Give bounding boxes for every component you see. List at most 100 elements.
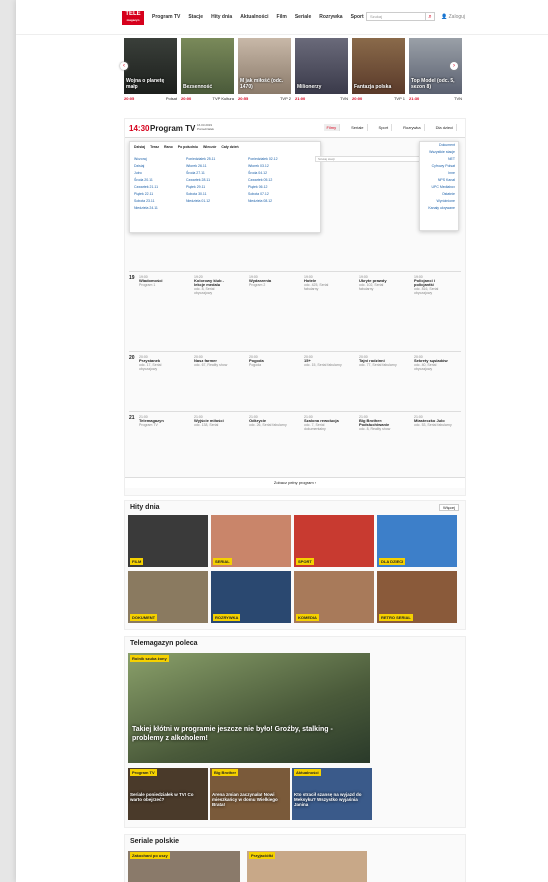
search-icon[interactable]: ⌕ bbox=[426, 12, 435, 21]
day-item[interactable]: Sobota 30.11 bbox=[186, 191, 215, 198]
program-entry[interactable]: 20:00 Tajni rodzinni odc. 77, Serial fabul… bbox=[359, 355, 397, 367]
logo[interactable]: TELE magazyn bbox=[122, 11, 144, 25]
nav-program-tv[interactable]: Program TV bbox=[152, 14, 180, 20]
day-item[interactable]: Piątek 06.12 bbox=[248, 184, 278, 191]
day-item[interactable]: Środa 04.12 bbox=[248, 170, 278, 177]
cat-dzieci[interactable]: Dla dzieci bbox=[433, 124, 457, 131]
program-entry[interactable]: 21:00 Miasteczko Julo odc. 53, Serial fabu… bbox=[414, 415, 452, 427]
day-item[interactable]: Niedziela 24.11 bbox=[134, 205, 158, 212]
tab-caly-dzien[interactable]: Cały dzień bbox=[221, 145, 238, 149]
day-item[interactable]: Dzisiaj bbox=[134, 163, 158, 170]
station-item[interactable]: NPS Kanał bbox=[420, 177, 455, 184]
nav-rozrywka[interactable]: Rozrywka bbox=[319, 14, 342, 20]
program-entry[interactable]: 19:00 Hotele odc. 425, Serial fabularny bbox=[304, 275, 342, 291]
program-entry[interactable]: 21:00 Szalona rewolucja odc. 7, Serial dok… bbox=[304, 415, 342, 431]
cat-sport[interactable]: Sport bbox=[376, 124, 393, 131]
day-item[interactable]: Poniedziałek 25.11 bbox=[186, 156, 215, 163]
day-item[interactable]: Sobota 07.12 bbox=[248, 191, 278, 198]
strip-tile[interactable]: Bezsenność bbox=[181, 38, 234, 94]
program-entry[interactable]: 19:00 Policjanci i policjantki odc. 816, S… bbox=[414, 275, 452, 295]
station-item[interactable]: Ostatnie bbox=[420, 191, 455, 198]
tab-rano[interactable]: Rano bbox=[164, 145, 173, 149]
program-entry[interactable]: 21:00 Odkrycie odc. 26, Serial fabularny bbox=[249, 415, 287, 427]
station-item[interactable]: Kanały ukrywane bbox=[420, 205, 455, 212]
serial-tile[interactable]: Zakochani po uszy bbox=[128, 851, 240, 882]
day-item[interactable]: Niedziela 08.12 bbox=[248, 198, 278, 205]
cat-seriale[interactable]: Seriale bbox=[348, 124, 368, 131]
program-entry[interactable]: 20:00 Przystanek odc. 17, Serial obyczajow… bbox=[139, 355, 177, 371]
strip-tile[interactable]: Wojna o planetę małp bbox=[124, 38, 177, 94]
hit-tile[interactable]: DLA DZIECI bbox=[377, 515, 457, 567]
program-entry[interactable]: 19:20 Kolorowy klub - lekcje medalu odc. 8… bbox=[194, 275, 232, 295]
program-entry[interactable]: 20:00 Nasz farmer odc. 67, Reality show bbox=[194, 355, 232, 367]
strip-tile[interactable]: M jak miłość (odc. 1470) bbox=[238, 38, 291, 94]
strip-prev-arrow-icon[interactable]: ‹ bbox=[120, 62, 128, 70]
login-link[interactable]: 👤 Zaloguj bbox=[441, 14, 465, 20]
hit-tile[interactable]: RETRO SERIAL bbox=[377, 571, 457, 623]
tab-teraz[interactable]: Teraz bbox=[150, 145, 159, 149]
cat-filmy[interactable]: Filmy bbox=[323, 124, 341, 131]
day-item[interactable]: Czwartek 28.11 bbox=[186, 177, 215, 184]
program-entry[interactable]: 21:00 Wyjście miłości odc. 138, Serial bbox=[194, 415, 232, 427]
day-item[interactable]: Środa 27.11 bbox=[186, 170, 215, 177]
program-entry[interactable]: 20:00 15+ odc. 15, Serial fabularny bbox=[304, 355, 342, 367]
feature-small[interactable]: Big Brother Arena zmian zaczynała! Nowi … bbox=[210, 768, 290, 820]
day-item[interactable]: Wczoraj bbox=[134, 156, 158, 163]
strip-next-arrow-icon[interactable]: › bbox=[450, 62, 458, 70]
day-item[interactable]: Wtorek 03.12 bbox=[248, 163, 278, 170]
station-item[interactable]: NET bbox=[420, 156, 455, 163]
station-item[interactable]: Dokument bbox=[420, 142, 455, 149]
station-item[interactable]: Cyfrowy Polsat bbox=[420, 163, 455, 170]
hit-tile[interactable]: FILM bbox=[128, 515, 208, 567]
day-item[interactable]: Jutro bbox=[134, 170, 158, 177]
nav-film[interactable]: Film bbox=[277, 14, 287, 20]
hit-tile[interactable]: SPORT bbox=[294, 515, 374, 567]
channel-search-input[interactable]: Szukaj stacji bbox=[315, 156, 425, 162]
station-item[interactable]: Wyróżnione bbox=[420, 198, 455, 205]
day-item[interactable]: Czwartek 21.11 bbox=[134, 184, 158, 191]
station-item[interactable]: Wszystkie stacje bbox=[420, 149, 455, 156]
tab-dzisiaj[interactable]: Dzisiaj bbox=[134, 145, 145, 149]
serial-tile[interactable]: Przyjaciółki bbox=[247, 851, 367, 882]
full-program-link[interactable]: Zobacz pełny program › bbox=[125, 477, 465, 488]
hit-tile[interactable]: SERIAL bbox=[211, 515, 291, 567]
feature-main[interactable]: Rolnik szuka żony Takiej kłótni w progra… bbox=[128, 653, 370, 763]
feature-headline: Takiej kłótni w programie jeszcze nie by… bbox=[132, 726, 333, 742]
day-item[interactable]: Piątek 29.11 bbox=[186, 184, 215, 191]
hit-tile[interactable]: DOKUMENT bbox=[128, 571, 208, 623]
program-entry[interactable]: 21:00 Telemagazyn Program TV bbox=[139, 415, 177, 427]
search-input[interactable]: Szukaj bbox=[366, 12, 426, 21]
program-entry[interactable]: 20:00 Pogoda Pogoda bbox=[249, 355, 287, 367]
day-item[interactable]: Wtorek 26.11 bbox=[186, 163, 215, 170]
tab-popoludniu[interactable]: Po południu bbox=[178, 145, 198, 149]
days-column: Wczoraj Dzisiaj Jutro Środa 20.11 Czwartek 2… bbox=[134, 156, 158, 212]
program-entry[interactable]: 19:00 Wydarzenia Program 2 bbox=[249, 275, 287, 287]
hits-more-button[interactable]: Więcej bbox=[438, 504, 459, 511]
feature-small[interactable]: Program TV Seriale poniedziałek w TV! Co… bbox=[128, 768, 208, 820]
hit-tile[interactable]: ROZRYWKA bbox=[211, 571, 291, 623]
station-item[interactable]: UPC Mediabox bbox=[420, 184, 455, 191]
day-item[interactable]: Poniedziałek 02.12 bbox=[248, 156, 278, 163]
nav-seriale[interactable]: Seriale bbox=[295, 14, 311, 20]
page: TELE magazyn Program TV Stacje Hity dnia … bbox=[16, 0, 548, 882]
nav-sport[interactable]: Sport bbox=[351, 14, 364, 20]
program-entry[interactable]: 20:00 Sekrety sąsiadów odc. 40, Serial oby… bbox=[414, 355, 452, 371]
feature-small[interactable]: Aktualności Kto stracił szansę na wyjazd… bbox=[292, 768, 372, 820]
day-item[interactable]: Piątek 22.11 bbox=[134, 191, 158, 198]
nav-aktualnosci[interactable]: Aktualności bbox=[240, 14, 268, 20]
program-entry[interactable]: 21:00 Big Brother: Podsłuchiwanie odc. 8, … bbox=[359, 415, 397, 431]
nav-hity[interactable]: Hity dnia bbox=[211, 14, 232, 20]
strip-tile[interactable]: Milionerzy bbox=[295, 38, 348, 94]
strip-tile[interactable]: Fantazja polska bbox=[352, 38, 405, 94]
day-item[interactable]: Sobota 23.11 bbox=[134, 198, 158, 205]
program-entry[interactable]: 19:00 Ukryte prawdy odc. 102, Serial fabul… bbox=[359, 275, 397, 291]
day-item[interactable]: Czwartek 05.12 bbox=[248, 177, 278, 184]
cat-rozrywka[interactable]: Rozrywka bbox=[400, 124, 425, 131]
nav-stacje[interactable]: Stacje bbox=[188, 14, 203, 20]
hit-tile[interactable]: KOMEDIA bbox=[294, 571, 374, 623]
day-item[interactable]: Środa 20.11 bbox=[134, 177, 158, 184]
tab-wieczor[interactable]: Wieczór bbox=[203, 145, 216, 149]
program-entry[interactable]: 19:00 Wiadomości Program 1 bbox=[139, 275, 177, 287]
station-item[interactable]: Inne bbox=[420, 170, 455, 177]
day-item[interactable]: Niedziela 01.12 bbox=[186, 198, 215, 205]
